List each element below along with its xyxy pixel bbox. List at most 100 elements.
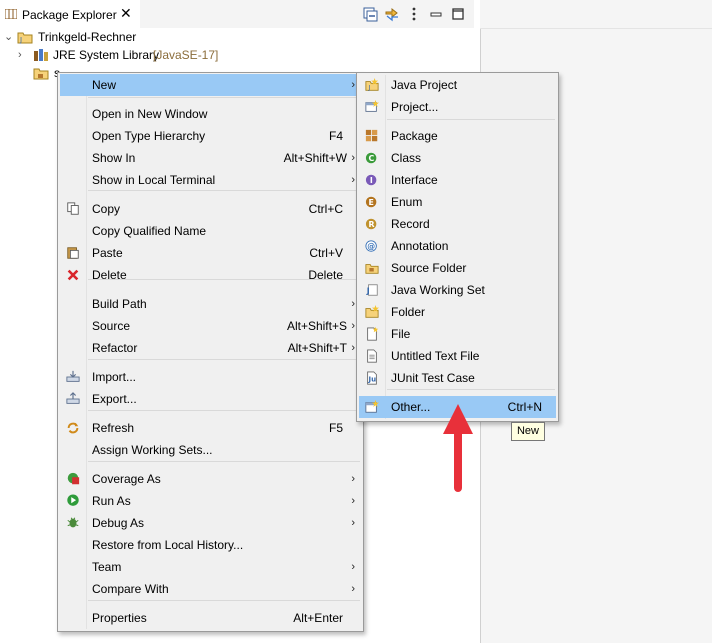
- menu-item-label: Run As: [92, 494, 131, 508]
- menu-item-restore-from-local-history[interactable]: Restore from Local History...: [60, 534, 361, 556]
- new-item-enum[interactable]: E Enum: [359, 191, 556, 213]
- import-icon: [66, 370, 80, 382]
- new-item-class[interactable]: C Class: [359, 147, 556, 169]
- menu-item-team[interactable]: Team ›: [60, 556, 361, 578]
- tree-row-project[interactable]: ⌄ J Trinkgeld-Rechner: [4, 28, 304, 46]
- menu-item-label: File: [391, 327, 411, 341]
- menu-item-open-type-hierarchy[interactable]: Open Type Hierarchy F4: [60, 125, 361, 147]
- menu-item-show-in[interactable]: Show In Alt+Shift+W ›: [60, 147, 361, 169]
- submenu-arrow-icon: ›: [351, 342, 355, 354]
- submenu-arrow-icon: ›: [351, 79, 355, 91]
- folder-icon: [365, 305, 379, 318]
- record-icon: R: [365, 218, 377, 230]
- menu-item-label: Folder: [391, 305, 426, 319]
- menu-item-new[interactable]: New ›: [60, 74, 361, 96]
- menu-item-label: Properties: [92, 611, 147, 625]
- menu-item-label: Build Path: [92, 297, 147, 311]
- menu-item-debug-as[interactable]: Debug As ›: [60, 512, 361, 534]
- submenu-arrow-icon: ›: [351, 583, 355, 595]
- enum-icon: E: [365, 196, 377, 208]
- submenu-arrow-icon: ›: [351, 320, 355, 332]
- menu-item-shortcut: Alt+Shift+W: [283, 151, 347, 165]
- collapse-all-icon[interactable]: [362, 6, 378, 22]
- menu-item-label: Record: [391, 217, 430, 231]
- menu-item-label: Compare With: [92, 582, 169, 596]
- package-explorer-title: Package Explorer: [22, 8, 117, 22]
- menu-item-source[interactable]: Source Alt+Shift+S ›: [60, 315, 361, 337]
- menu-item-label: Copy: [92, 202, 121, 216]
- menu-item-label: Other...: [391, 400, 431, 414]
- svg-text:J: J: [19, 36, 22, 44]
- new-item-source-folder[interactable]: Source Folder: [359, 257, 556, 279]
- link-editor-icon[interactable]: [384, 6, 400, 22]
- menu-separator: [387, 119, 555, 120]
- menu-item-label: Source Folder: [391, 261, 467, 275]
- new-item-record[interactable]: R Record: [359, 213, 556, 235]
- run-icon: [67, 494, 79, 506]
- new-item-annotation[interactable]: @ Annotation: [359, 235, 556, 257]
- new-item-folder[interactable]: Folder: [359, 301, 556, 323]
- menu-item-label: Show in Local Terminal: [92, 173, 216, 187]
- close-icon[interactable]: ✕: [120, 5, 132, 22]
- maximize-icon[interactable]: [450, 6, 466, 22]
- menu-item-shortcut: F4: [328, 129, 343, 143]
- menu-separator: [88, 359, 360, 360]
- tree-row-library[interactable]: › JRE System Library [JavaSE-17]: [18, 46, 318, 64]
- project-icon: [365, 100, 379, 112]
- minimize-icon[interactable]: [428, 6, 444, 22]
- new-item-untitled-text-file[interactable]: Untitled Text File: [359, 345, 556, 367]
- menu-item-shortcut: F5: [328, 421, 343, 435]
- menu-item-refactor[interactable]: Refactor Alt+Shift+T ›: [60, 337, 361, 359]
- submenu-arrow-icon: ›: [351, 152, 355, 164]
- svg-text:I: I: [370, 176, 373, 185]
- package-explorer-tab[interactable]: Package Explorer ✕: [0, 0, 141, 28]
- svg-text:@: @: [367, 242, 375, 251]
- java-project-folder-icon: J: [17, 32, 33, 44]
- new-item-java-working-set[interactable]: J Java Working Set: [359, 279, 556, 301]
- chevron-right-icon[interactable]: ›: [18, 46, 22, 64]
- menu-item-open-in-new-window[interactable]: Open in New Window: [60, 103, 361, 125]
- new-item-junit-test-case[interactable]: Ju JUnit Test Case: [359, 367, 556, 389]
- menu-item-copy-qualified-name[interactable]: Copy Qualified Name: [60, 220, 361, 242]
- submenu-arrow-icon: ›: [351, 561, 355, 573]
- menu-item-label: Java Project: [391, 78, 458, 92]
- menu-item-label: Java Working Set: [391, 283, 485, 297]
- menu-item-paste[interactable]: Paste Ctrl+V: [60, 242, 361, 264]
- menu-item-label: Interface: [391, 173, 438, 187]
- menu-item-compare-with[interactable]: Compare With ›: [60, 578, 361, 600]
- new-item-package[interactable]: Package: [359, 125, 556, 147]
- menu-item-coverage-as[interactable]: Coverage As ›: [60, 468, 361, 490]
- annotation-icon: @: [365, 240, 377, 252]
- new-item-java-project[interactable]: J Java Project: [359, 74, 556, 96]
- menu-item-shortcut: Alt+Enter: [293, 611, 343, 625]
- package-explorer-icon: [5, 9, 17, 19]
- menu-item-delete[interactable]: Delete Delete: [60, 264, 361, 286]
- menu-item-refresh[interactable]: Refresh F5: [60, 417, 361, 439]
- menu-item-copy[interactable]: Copy Ctrl+C: [60, 198, 361, 220]
- menu-item-run-as[interactable]: Run As ›: [60, 490, 361, 512]
- menu-item-import[interactable]: Import...: [60, 366, 361, 388]
- svg-text:Ju: Ju: [368, 376, 377, 384]
- working-set-icon: J: [366, 284, 378, 296]
- svg-text:R: R: [369, 220, 375, 229]
- menu-item-assign-working-sets[interactable]: Assign Working Sets...: [60, 439, 361, 461]
- new-item-project[interactable]: Project...: [359, 96, 556, 118]
- tooltip: New: [511, 422, 545, 441]
- menu-item-label: JUnit Test Case: [391, 371, 475, 385]
- submenu-arrow-icon: ›: [351, 298, 355, 310]
- menu-item-label: Paste: [92, 246, 123, 260]
- other-wizard-icon: [365, 400, 379, 413]
- menu-item-export[interactable]: Export...: [60, 388, 361, 410]
- chevron-down-icon[interactable]: ⌄: [4, 28, 13, 46]
- menu-item-label: Delete: [92, 268, 127, 282]
- menu-item-properties[interactable]: Properties Alt+Enter: [60, 607, 361, 629]
- library-name: JRE System Library: [53, 48, 160, 62]
- new-item-file[interactable]: File: [359, 323, 556, 345]
- menu-item-build-path[interactable]: Build Path ›: [60, 293, 361, 315]
- new-item-interface[interactable]: I Interface: [359, 169, 556, 191]
- menu-item-show-in-local-terminal[interactable]: Show in Local Terminal ›: [60, 169, 361, 191]
- view-menu-icon[interactable]: [406, 6, 422, 22]
- view-toolbar: [140, 0, 474, 28]
- submenu-arrow-icon: ›: [351, 495, 355, 507]
- editor-area-topbar: [480, 0, 712, 29]
